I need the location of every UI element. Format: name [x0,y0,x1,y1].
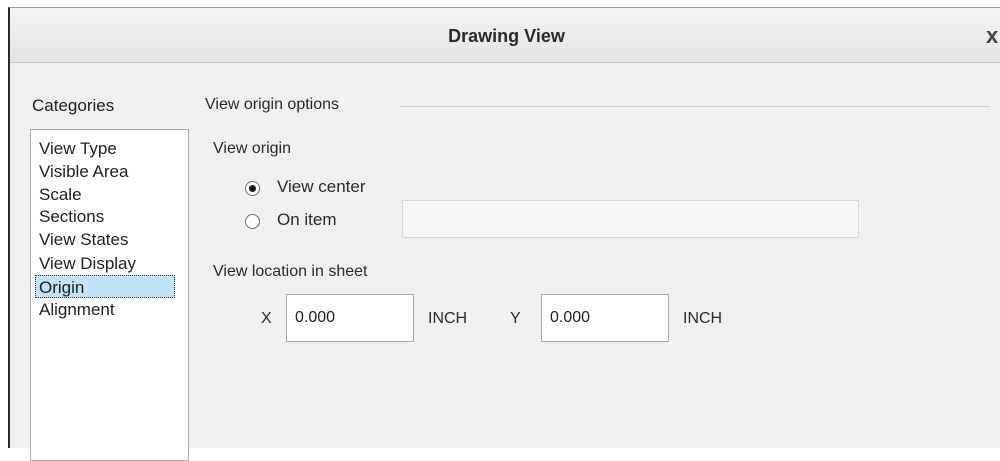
view-origin-label: View origin [213,140,291,157]
view-center-label[interactable]: View center [277,177,366,197]
dialog-title: Drawing View [448,26,565,46]
on-item-label[interactable]: On item [277,210,337,230]
title-bar[interactable]: Drawing View x [10,8,1000,63]
on-item-field[interactable] [402,200,859,238]
category-view-type[interactable]: View Type [36,137,120,160]
y-coordinate-input[interactable] [541,294,669,342]
categories-label: Categories [32,96,115,115]
x-coordinate-input[interactable] [286,294,414,342]
close-icon[interactable]: x [986,23,998,49]
category-alignment[interactable]: Alignment [36,298,118,321]
x-unit-label: INCH [428,310,468,327]
view-center-radio[interactable] [245,181,260,196]
view-origin-options-title: View origin options [205,96,340,113]
categories-list[interactable]: View Type Visible Area Scale Sections Vi… [30,129,189,461]
x-label: X [261,310,272,327]
category-sections[interactable]: Sections [36,205,107,228]
y-unit-label: INCH [683,310,723,327]
drawing-view-dialog: Drawing View x Categories View Type Visi… [8,7,1000,461]
category-view-display[interactable]: View Display [36,252,139,275]
y-label: Y [510,310,521,327]
category-scale[interactable]: Scale [36,183,85,206]
category-visible-area[interactable]: Visible Area [36,160,131,183]
on-item-radio[interactable] [245,214,260,229]
group-divider [400,106,990,107]
category-view-states[interactable]: View States [36,228,131,251]
view-location-label: View location in sheet [213,263,368,280]
category-origin[interactable]: Origin [35,275,175,298]
